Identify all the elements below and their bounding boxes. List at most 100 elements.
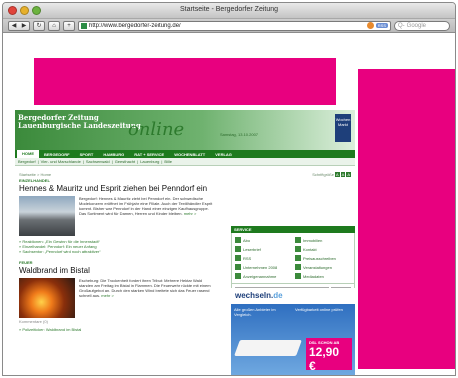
service-item[interactable]: Kontakt	[295, 246, 351, 252]
dsl-price-box: DSL SCHON AB 12,90 €	[306, 338, 352, 373]
service-item[interactable]: RSS	[235, 255, 291, 261]
service-label: Immobilien	[303, 237, 323, 243]
subnav-item[interactable]: Geesthacht	[115, 159, 135, 164]
search-placeholder: Google	[406, 22, 427, 29]
nav-wochenblatt[interactable]: WOCHENBLATT	[169, 152, 210, 157]
service-grid: Abo Immobilien Leserbrief Kontakt RSS Pr…	[231, 233, 355, 284]
wochenmarkt-badge[interactable]: Wochen Markt	[335, 114, 351, 142]
service-item[interactable]: Preisausschreiben	[295, 255, 351, 261]
breadcrumb[interactable]: Startseite > Home	[19, 172, 51, 177]
service-label: Abo	[243, 237, 251, 243]
service-item[interactable]: Mediadaten	[295, 273, 351, 279]
article-headline[interactable]: Waldbrand im Bistal	[19, 266, 215, 275]
service-icon	[235, 264, 241, 270]
article-body: Escheburg: Die Trockenheit fordert ihren…	[19, 278, 215, 318]
subnav-item[interactable]: Bergedorf	[18, 159, 36, 164]
add-bookmark-icon[interactable]: +	[63, 20, 75, 31]
nav-sport[interactable]: SPORT	[75, 152, 99, 157]
ad-bullet: Verfügbarkeit online prüfen	[295, 307, 343, 312]
page-content: Bergedorfer Zeitung Lauenburgische Lande…	[3, 34, 455, 375]
newspaper-site: Bergedorfer Zeitung Lauenburgische Lande…	[15, 110, 355, 375]
service-label: Mediadaten	[303, 273, 324, 279]
service-label: RSS	[243, 255, 252, 261]
stop-reload-icon[interactable]	[366, 22, 374, 29]
service-item[interactable]: Unternehmen 2008	[235, 264, 291, 270]
article-body: Bergedorf: Hennes & Mauritz zieht bei Pe…	[19, 196, 215, 236]
nav-home[interactable]: HOME	[17, 150, 39, 158]
service-item[interactable]: Abo	[235, 237, 291, 243]
home-icon[interactable]: ⌂	[48, 20, 60, 31]
site-logo[interactable]: Bergedorfer Zeitung Lauenburgische Lande…	[18, 114, 141, 130]
ad-bullets: Alle großen Anbieter im Vergleich. Verfü…	[231, 304, 355, 320]
browser-window: Startseite - Bergedorfer Zeitung ◀ ▶ ↻ ⌂ …	[2, 2, 456, 376]
subnav-item[interactable]: Vier- und Marschlande	[41, 159, 81, 164]
browser-toolbar: ◀ ▶ ↻ ⌂ + http://www.bergedorfer-zeitung.…	[3, 19, 455, 33]
service-icon	[235, 255, 241, 261]
masthead: Bergedorfer Zeitung Lauenburgische Lande…	[15, 110, 355, 150]
logo-line-2: Lauenburgische Landeszeitung	[18, 121, 141, 130]
more-link[interactable]: mehr >	[101, 293, 114, 298]
service-item[interactable]: Immobilien	[295, 237, 351, 243]
related-links: » Polizeiticker: Waldbrand im Bistal	[19, 327, 215, 332]
search-icon: Q-	[398, 22, 405, 29]
service-label: Unternehmen 2008	[243, 264, 278, 270]
article-kicker: FEUER	[19, 260, 33, 265]
related-link[interactable]: » Sachsentor: „Penndorf wird noch attrak…	[19, 249, 215, 254]
article-image[interactable]	[19, 278, 75, 318]
article-2: FEUER Waldbrand im Bistal Escheburg: Die…	[19, 260, 215, 332]
reload-icon[interactable]: ↻	[33, 20, 45, 31]
comment-count[interactable]: Kommentare (0)	[19, 319, 215, 324]
online-wordmark: online	[128, 119, 185, 140]
main-nav: HOME BERGEDORF SPORT HAMBURG RAT + SERVI…	[15, 150, 355, 158]
related-link[interactable]: » Polizeiticker: Waldbrand im Bistal	[19, 327, 215, 332]
nav-hamburg[interactable]: HAMBURG	[98, 152, 129, 157]
more-link[interactable]: mehr >	[184, 211, 197, 216]
service-item[interactable]: Anzeigenannahme	[235, 273, 291, 279]
font-size-large[interactable]: A	[346, 172, 351, 177]
ad-brand-main: wechseln.	[235, 291, 274, 300]
skyscraper-ad[interactable]	[358, 69, 455, 369]
sub-nav: Bergedorf | Vier- und Marschlande | Sach…	[15, 158, 355, 166]
service-icon	[295, 264, 301, 270]
font-size-medium[interactable]: A	[340, 172, 346, 177]
service-icon	[235, 237, 241, 243]
service-icon	[235, 273, 241, 279]
service-icon	[235, 246, 241, 252]
article-image[interactable]	[19, 196, 75, 236]
title-bar[interactable]: Startseite - Bergedorfer Zeitung	[3, 3, 455, 19]
forward-icon[interactable]: ▶	[19, 22, 29, 30]
wechseln-ad[interactable]: wechseln.de Alle großen Anbieter im Verg…	[231, 288, 355, 375]
nav-rat-service[interactable]: RAT + SERVICE	[129, 152, 169, 157]
subnav-item[interactable]: Bille	[164, 159, 172, 164]
window-title: Startseite - Bergedorfer Zeitung	[179, 6, 279, 13]
article-kicker: EINZELHANDEL	[19, 178, 50, 183]
url-text[interactable]: http://www.bergedorfer-zeitung.de/	[89, 23, 365, 29]
service-label: Leserbrief	[243, 246, 261, 252]
ad-bullet: Alle großen Anbieter im Vergleich.	[234, 307, 276, 317]
service-icon	[295, 255, 301, 261]
nav-verlag[interactable]: VERLAG	[210, 152, 237, 157]
service-label: Preisausschreiben	[303, 255, 336, 261]
related-links: » Reaktionen: „Ein Gewinn für die Innens…	[19, 239, 215, 254]
subnav-item[interactable]: Sachsenwald	[86, 159, 110, 164]
service-label: Kontakt	[303, 246, 317, 252]
banner-ad[interactable]	[34, 58, 336, 105]
article-headline[interactable]: Hennes & Mauritz und Esprit ziehen bei P…	[19, 184, 215, 193]
rss-icon[interactable]: RSS	[375, 23, 388, 28]
nav-bergedorf[interactable]: BERGEDORF	[39, 152, 75, 157]
service-icon	[295, 246, 301, 252]
dsl-price: 12,90 €	[309, 345, 340, 373]
favicon-icon	[81, 22, 87, 29]
search-field[interactable]: Q- Google	[394, 20, 450, 31]
article-1: EINZELHANDEL Hennes & Mauritz und Esprit…	[19, 178, 215, 254]
router-image	[234, 340, 302, 356]
service-item[interactable]: Leserbrief	[235, 246, 291, 252]
font-size-small[interactable]: A	[334, 172, 340, 177]
subnav-item[interactable]: Lauenburg	[140, 159, 159, 164]
service-item[interactable]: Veranstaltungen	[295, 264, 351, 270]
teaser-text: Escheburg: Die Trockenheit fordert ihren…	[79, 278, 211, 298]
back-forward-buttons: ◀ ▶	[8, 20, 30, 31]
back-icon[interactable]: ◀	[9, 22, 19, 30]
address-bar[interactable]: http://www.bergedorfer-zeitung.de/ RSS	[78, 20, 391, 31]
wechseln-logo: wechseln.de	[231, 288, 355, 303]
